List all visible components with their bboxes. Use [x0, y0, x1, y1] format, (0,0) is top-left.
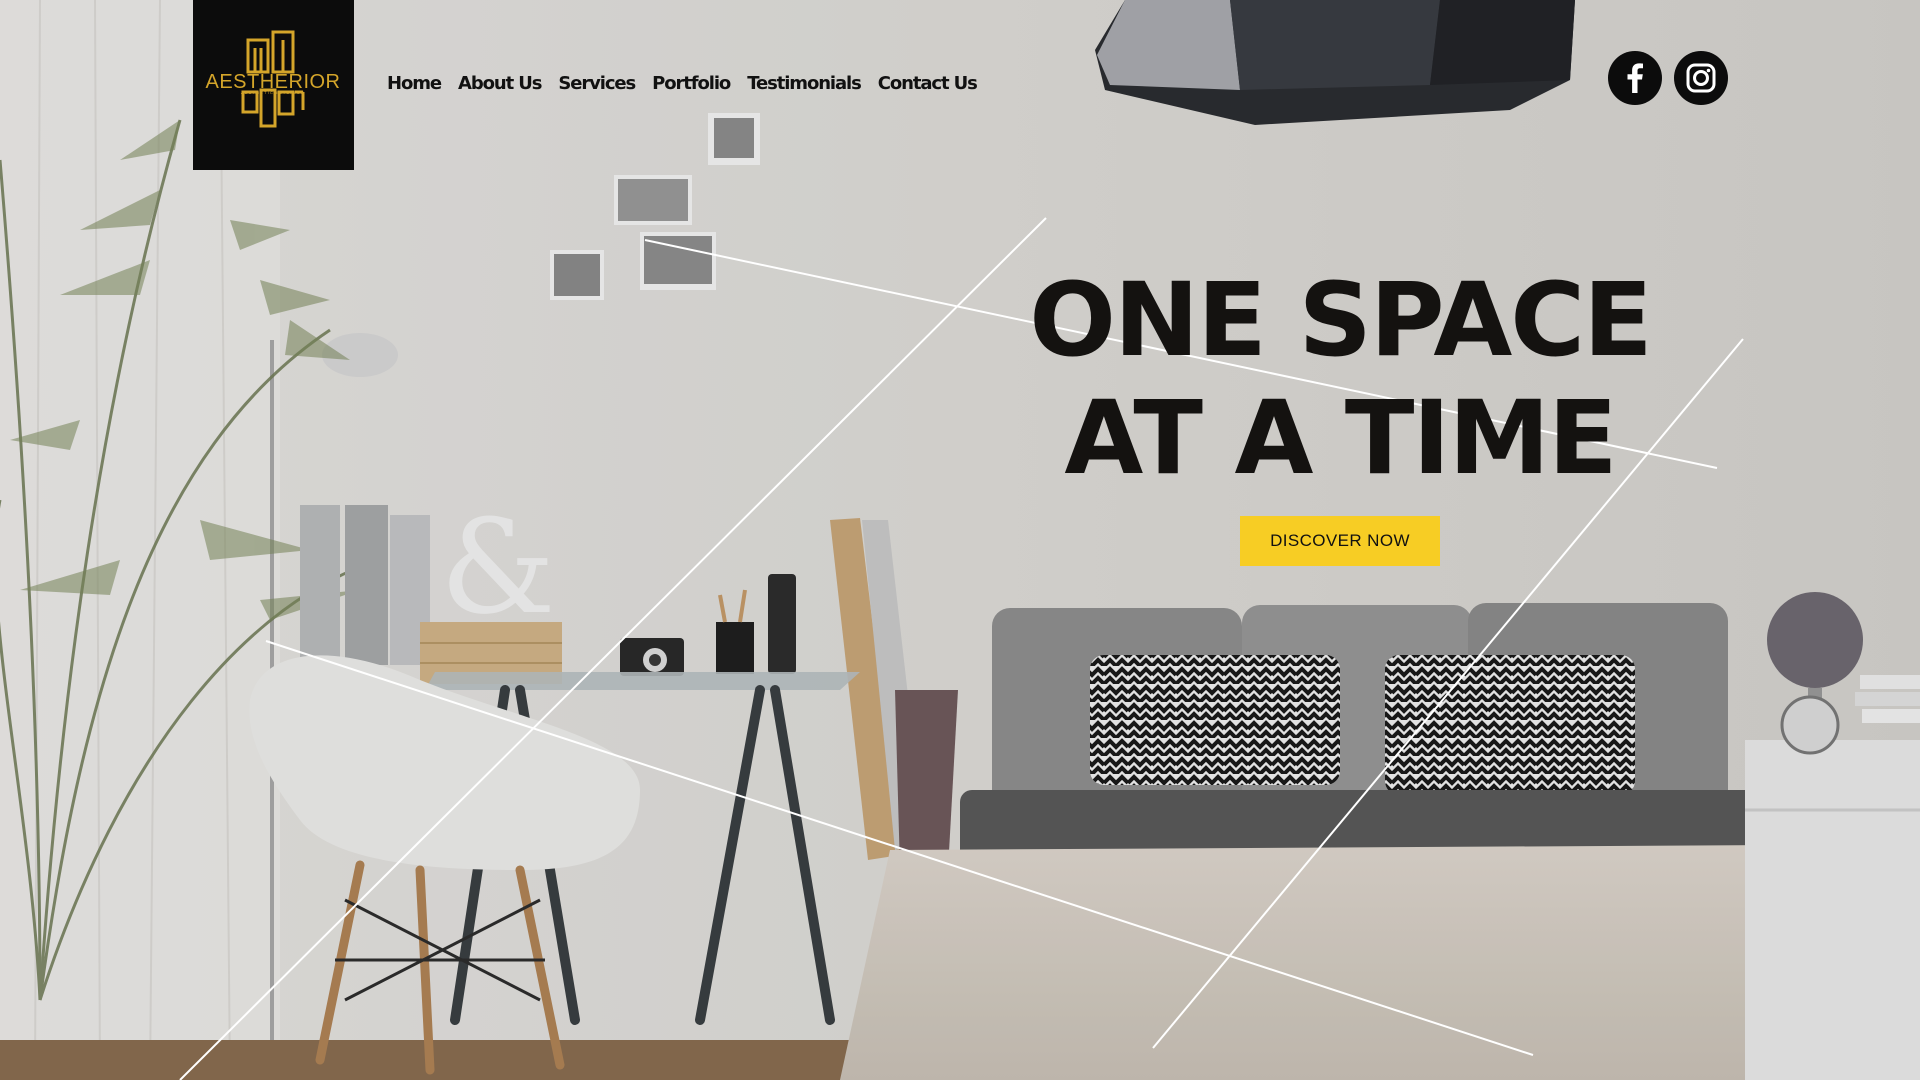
logo-tagline: AESTHETIC INTERIOR [241, 90, 305, 95]
nav-item-about-us[interactable]: About Us [458, 73, 543, 94]
nav-item-testimonials[interactable]: Testimonials [747, 73, 862, 94]
hero-title-line-2: AT A TIME [1064, 379, 1617, 498]
brand-logo[interactable]: AESTHERIOR AESTHETIC INTERIOR [193, 0, 354, 170]
nav-item-services[interactable]: Services [558, 73, 636, 94]
discover-now-button[interactable]: DISCOVER NOW [1240, 516, 1440, 566]
hero-title: ONE SPACE AT A TIME [1000, 262, 1680, 498]
instagram-icon[interactable] [1674, 51, 1728, 105]
facebook-icon[interactable] [1608, 51, 1662, 105]
hero-title-line-1: ONE SPACE [1029, 261, 1653, 380]
logo-mark-icon: AESTHERIOR AESTHETIC INTERIOR [205, 30, 340, 128]
main-nav: Home About Us Services Portfolio Testimo… [387, 73, 978, 94]
nav-item-portfolio[interactable]: Portfolio [652, 73, 731, 94]
nav-item-home[interactable]: Home [387, 73, 442, 94]
landing-page: & AESTHERIOR AESTHETIC INTERIOR Home Abo… [0, 0, 1920, 1080]
nav-item-contact-us[interactable]: Contact Us [878, 73, 978, 94]
